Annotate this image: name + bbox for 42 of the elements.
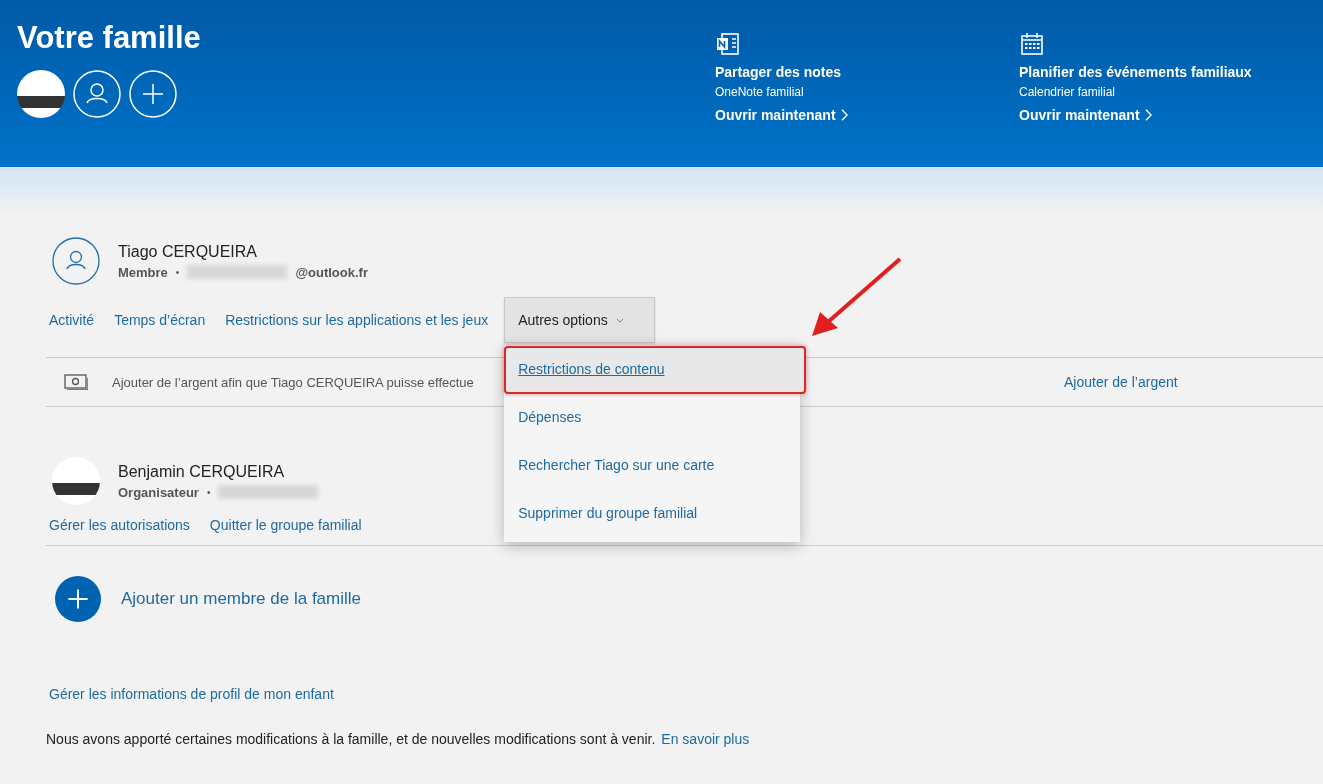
chevron-icon xyxy=(840,109,848,121)
add-member-icon[interactable] xyxy=(55,576,101,622)
learn-more-link[interactable]: En savoir plus xyxy=(661,731,750,747)
promo-subtitle: OneNote familial xyxy=(715,85,805,99)
more-options-button[interactable]: Autres options xyxy=(504,297,655,343)
separator-dot: • xyxy=(175,266,180,278)
avatar-photo[interactable] xyxy=(17,70,65,118)
promo-title: Planifier des événements familiaux xyxy=(1019,64,1253,80)
caret-icon xyxy=(615,317,624,323)
menu-item[interactable]: Supprimer du groupe familial xyxy=(504,490,801,538)
separator-dot: • xyxy=(206,486,211,498)
person-avatar-icon xyxy=(52,237,100,285)
add-icon[interactable] xyxy=(129,70,177,118)
chevron-icon xyxy=(1144,109,1152,121)
profile-info-link[interactable]: Gérer les informations de profil de mon enfant xyxy=(46,686,334,702)
member-link[interactable]: Activité xyxy=(49,312,95,328)
calendar-icon xyxy=(1019,32,1045,56)
member-role: Organisateur xyxy=(118,484,199,500)
menu-item[interactable]: Dépenses xyxy=(504,394,801,442)
member-link[interactable]: Restrictions sur les applications et les jeux xyxy=(225,312,489,328)
menu-item[interactable]: Rechercher Tiago sur une carte xyxy=(504,442,801,490)
member-link[interactable]: Quitter le groupe familial xyxy=(209,517,362,533)
footer-text: Nous avons apporté certaines modifications à la famille, et de nouvelles modifications sont à venir. xyxy=(46,731,656,747)
notebook-icon xyxy=(715,32,741,56)
add-member-link[interactable]: Ajouter un membre de la famille xyxy=(121,589,361,609)
member-link[interactable]: Gérer les autorisations xyxy=(49,517,190,533)
page-title: Votre famille xyxy=(17,20,202,56)
member-name: Benjamin CERQUEIRA xyxy=(118,462,286,481)
open-now-link[interactable]: Ouvrir maintenant xyxy=(1019,107,1152,123)
menu-item[interactable]: Restrictions de contenu xyxy=(504,346,807,394)
member-link[interactable]: Temps d’écran xyxy=(114,312,206,328)
email-domain: @outlook.fr xyxy=(295,264,368,280)
member-role: Membre xyxy=(118,264,168,280)
avatar-photo xyxy=(52,457,100,505)
member-name: Tiago CERQUEIRA xyxy=(118,242,258,261)
add-money-text: Ajouter de l’argent afin que Tiago CERQUEIRA puisse effectue xyxy=(112,374,475,390)
person-icon[interactable] xyxy=(73,70,121,118)
banknote-icon xyxy=(64,374,88,390)
open-now-link[interactable]: Ouvrir maintenant xyxy=(715,107,848,123)
promo-subtitle: Calendrier familial xyxy=(1019,85,1117,99)
add-money-link[interactable]: Ajouter de l’argent xyxy=(1064,374,1178,390)
promo-title: Partager des notes xyxy=(715,64,843,80)
